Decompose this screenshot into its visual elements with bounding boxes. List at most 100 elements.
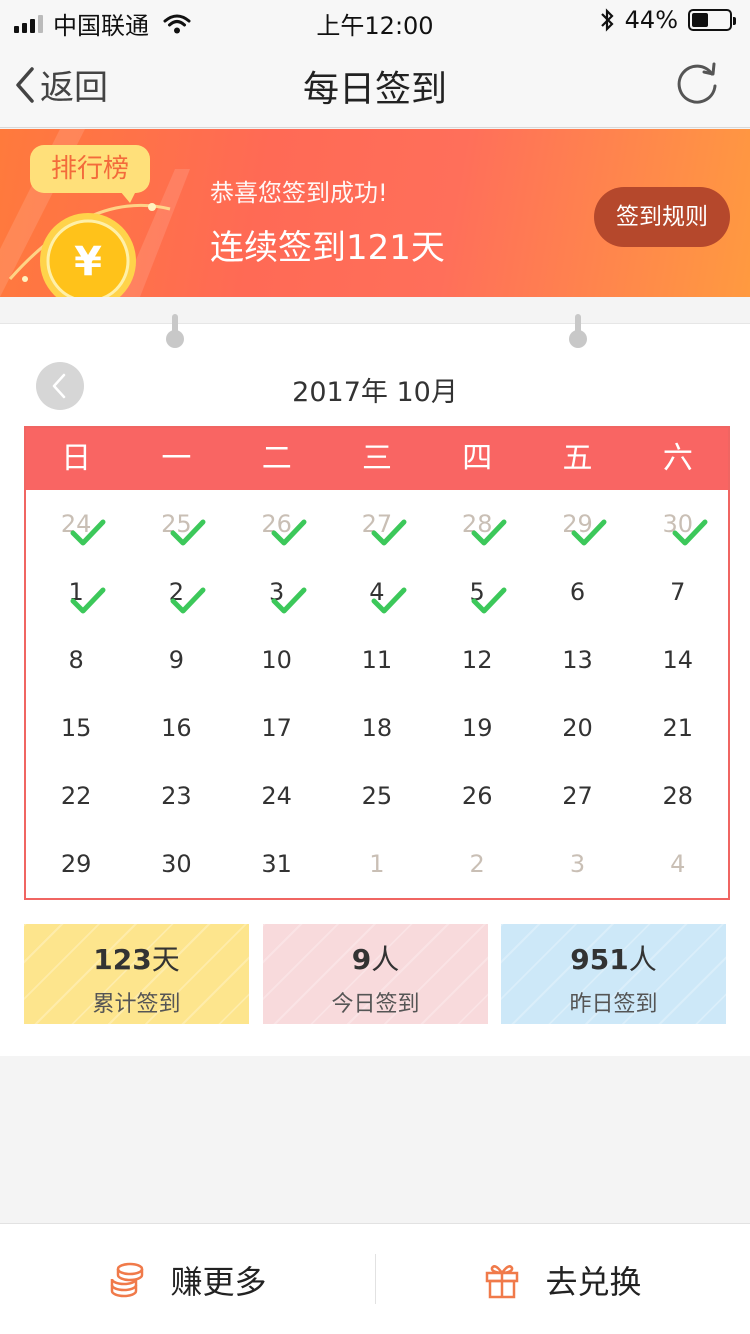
exchange-button[interactable]: 去兑换 xyxy=(375,1224,750,1334)
calendar-day[interactable]: 17 xyxy=(227,694,327,762)
day-number: 14 xyxy=(662,646,693,674)
day-number: 7 xyxy=(670,578,686,606)
calendar-day[interactable]: 13 xyxy=(527,626,627,694)
calendar-day[interactable]: 8 xyxy=(26,626,126,694)
stat-value: 123 xyxy=(93,943,152,976)
day-number: 27 xyxy=(562,782,593,810)
calendar-day[interactable]: 1 xyxy=(26,558,126,626)
calendar-day[interactable]: 28 xyxy=(628,762,728,830)
prev-month-button[interactable] xyxy=(36,362,84,410)
calendar-day[interactable]: 19 xyxy=(427,694,527,762)
day-number: 12 xyxy=(461,646,493,674)
calendar-day[interactable]: 21 xyxy=(628,694,728,762)
calendar-day[interactable]: 25 xyxy=(126,490,226,558)
pin-decoration-right xyxy=(569,314,587,350)
checkin-banner: 排行榜 ¥ 恭喜您签到成功! 连续签到121天 签到规则 xyxy=(0,129,750,297)
calendar-day[interactable]: 7 xyxy=(628,558,728,626)
gift-icon xyxy=(486,1264,519,1298)
calendar-day[interactable]: 26 xyxy=(427,762,527,830)
calendar-day[interactable]: 2 xyxy=(126,558,226,626)
day-number: 15 xyxy=(60,714,92,742)
calendar-day[interactable]: 16 xyxy=(126,694,226,762)
calendar-day[interactable]: 12 xyxy=(427,626,527,694)
day-number: 13 xyxy=(562,646,593,674)
checkin-rules-button[interactable]: 签到规则 xyxy=(594,187,730,247)
back-button[interactable]: 返回 xyxy=(14,60,108,109)
earn-more-button[interactable]: 赚更多 xyxy=(0,1224,375,1334)
carrier-name: 中国联通 xyxy=(53,12,149,40)
calendar-day[interactable]: 1 xyxy=(327,830,427,898)
calendar-day[interactable]: 29 xyxy=(26,830,126,898)
calendar-day[interactable]: 22 xyxy=(26,762,126,830)
checkmark-icon xyxy=(271,519,307,546)
calendar-day[interactable]: 14 xyxy=(628,626,728,694)
calendar-day[interactable]: 25 xyxy=(327,762,427,830)
coins-icon xyxy=(111,1262,144,1297)
stat-yesterday-checkins: 951人 昨日签到 xyxy=(501,924,726,1024)
checkmark-icon xyxy=(170,587,206,614)
checkin-success-text: 恭喜您签到成功! xyxy=(210,179,388,207)
calendar-day[interactable]: 18 xyxy=(327,694,427,762)
wifi-icon xyxy=(163,14,191,33)
calendar-day[interactable]: 15 xyxy=(26,694,126,762)
checkmark-icon xyxy=(70,587,106,614)
checkmark-icon xyxy=(672,519,708,546)
calendar-day[interactable]: 6 xyxy=(527,558,627,626)
nav-bar: 返回 每日签到 xyxy=(0,40,750,128)
calendar-day[interactable]: 24 xyxy=(26,490,126,558)
calendar-day[interactable]: 10 xyxy=(227,626,327,694)
calendar-day[interactable]: 26 xyxy=(227,490,327,558)
day-number: 24 xyxy=(261,782,292,810)
weekday-label: 一 xyxy=(161,441,192,476)
day-number: 10 xyxy=(261,646,292,674)
battery-icon xyxy=(688,9,736,31)
calendar-day[interactable]: 28 xyxy=(427,490,527,558)
calendar-days: 24 25 26 27 28 29 30 1 2 3 4 5 6 7 8 9 10 11 12 13 14 15 16 17 1… xyxy=(26,490,728,898)
calendar-day[interactable]: 30 xyxy=(126,830,226,898)
bottom-bar: 赚更多 去兑换 xyxy=(0,1223,750,1334)
page-title: 每日签到 xyxy=(302,69,447,110)
day-number: 22 xyxy=(60,782,92,810)
weekday-label: 二 xyxy=(261,441,292,476)
weekday-label: 四 xyxy=(462,441,493,476)
coin-icon: ¥ xyxy=(40,213,136,297)
calendar-day[interactable]: 5 xyxy=(427,558,527,626)
calendar-day[interactable]: 27 xyxy=(527,762,627,830)
checkmark-icon xyxy=(571,519,607,546)
calendar-day[interactable]: 31 xyxy=(227,830,327,898)
calendar-day[interactable]: 30 xyxy=(628,490,728,558)
day-number: 20 xyxy=(562,714,593,742)
calendar-day[interactable]: 3 xyxy=(527,830,627,898)
day-number: 25 xyxy=(361,782,393,810)
leaderboard-button[interactable]: 排行榜 xyxy=(30,145,150,203)
day-number: 8 xyxy=(68,646,84,674)
calendar-day[interactable]: 27 xyxy=(327,490,427,558)
day-number: 2 xyxy=(469,850,485,878)
calendar-day[interactable]: 24 xyxy=(227,762,327,830)
calendar-day[interactable]: 23 xyxy=(126,762,226,830)
day-number: 18 xyxy=(361,714,393,742)
calendar-day[interactable]: 2 xyxy=(427,830,527,898)
day-number: 1 xyxy=(369,850,385,878)
checkmark-icon xyxy=(371,587,407,614)
stat-unit: 天 xyxy=(151,943,180,976)
chevron-left-icon xyxy=(16,66,34,103)
weekday-label: 五 xyxy=(562,441,593,476)
day-number: 21 xyxy=(662,714,693,742)
calendar-day[interactable]: 29 xyxy=(527,490,627,558)
stat-label: 今日签到 xyxy=(331,992,420,1017)
stat-total-checkins: 123天 累计签到 xyxy=(24,924,249,1024)
weekday-label: 三 xyxy=(361,441,392,476)
stat-label: 昨日签到 xyxy=(569,992,658,1017)
calendar-day[interactable]: 9 xyxy=(126,626,226,694)
calendar-day[interactable]: 3 xyxy=(227,558,327,626)
calendar-day[interactable]: 20 xyxy=(527,694,627,762)
calendar-day[interactable]: 4 xyxy=(327,558,427,626)
chevron-left-icon xyxy=(52,373,66,399)
checkmark-icon xyxy=(371,519,407,546)
calendar-day[interactable]: 11 xyxy=(327,626,427,694)
refresh-button[interactable] xyxy=(672,58,722,108)
stat-label: 累计签到 xyxy=(92,992,181,1017)
calendar-day[interactable]: 4 xyxy=(628,830,728,898)
back-label: 返回 xyxy=(40,68,108,108)
